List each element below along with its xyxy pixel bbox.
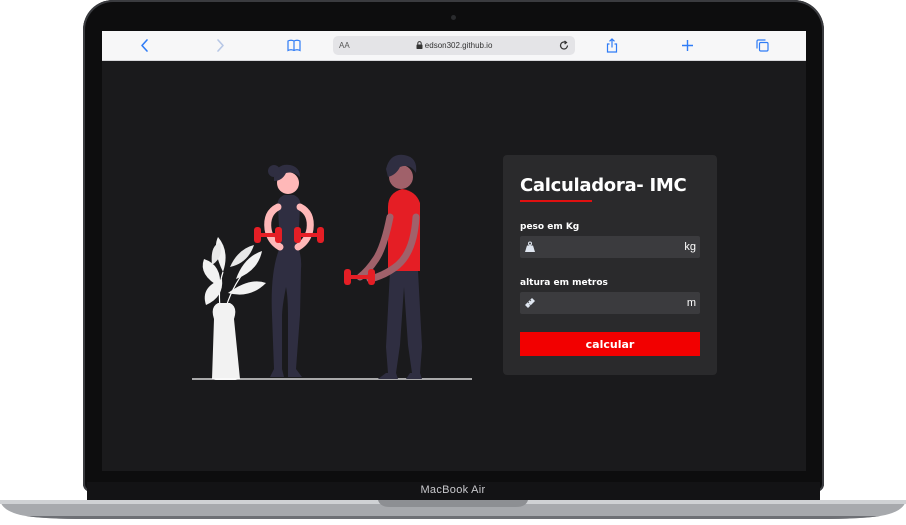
url-text: edson302.github.io: [333, 36, 575, 55]
url-label: edson302.github.io: [424, 41, 493, 50]
book-icon[interactable]: [287, 39, 301, 52]
height-field[interactable]: m: [520, 292, 700, 314]
title-underline: [520, 200, 592, 202]
laptop-brand-label: MacBook Air: [420, 484, 486, 496]
vase-icon: [212, 303, 240, 381]
woman-figure: [254, 164, 324, 377]
weight-input[interactable]: [542, 236, 672, 258]
plus-icon[interactable]: [681, 39, 694, 52]
browser-toolbar: AA edson302.github.io: [102, 31, 806, 61]
ruler-icon: [523, 295, 537, 311]
weight-field[interactable]: kg: [520, 236, 700, 258]
height-input[interactable]: [542, 292, 672, 314]
calculate-button[interactable]: calcular: [520, 332, 700, 356]
form-title: Calculadora- IMC: [520, 175, 687, 196]
imc-form-card: Calculadora- IMC peso em Kg kg altura em…: [503, 155, 717, 375]
address-bar[interactable]: AA edson302.github.io: [333, 36, 575, 55]
weight-unit: kg: [684, 241, 696, 253]
height-label: altura em metros: [520, 278, 608, 288]
lock-icon: [416, 41, 425, 50]
plant-icon: [202, 237, 266, 308]
laptop-base: [0, 500, 906, 520]
fitness-illustration: [190, 147, 474, 381]
share-icon[interactable]: [606, 38, 618, 53]
reload-icon[interactable]: [559, 36, 569, 62]
weight-icon: [523, 239, 537, 255]
chevron-left-icon[interactable]: [135, 31, 155, 70]
height-unit: m: [686, 297, 696, 309]
browser-screen: AA edson302.github.io Calculadora- IMC p…: [102, 31, 806, 471]
tabs-icon[interactable]: [756, 39, 769, 52]
chevron-right-icon[interactable]: [210, 31, 230, 70]
weight-label: peso em Kg: [520, 222, 580, 232]
man-figure: [344, 154, 422, 379]
camera-dot: [451, 15, 456, 20]
